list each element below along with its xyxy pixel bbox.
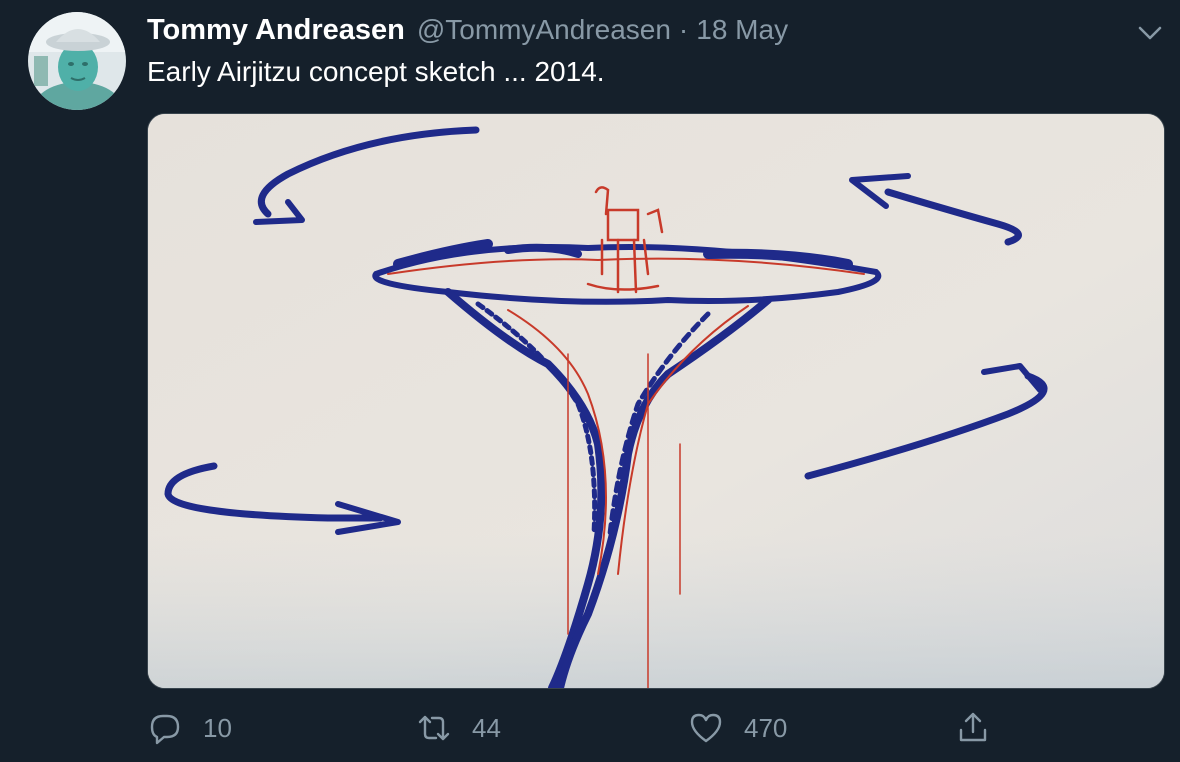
reply-icon: [150, 714, 180, 745]
like-count: 470: [744, 712, 788, 743]
retweet-count: 44: [472, 712, 501, 743]
reply-count: 10: [203, 712, 232, 743]
tweet-actions: 10 44 470: [0, 700, 1180, 756]
reply-button[interactable]: 10: [147, 700, 232, 756]
tweet-text: Early Airjitzu concept sketch ... 2014.: [147, 56, 605, 87]
tweet-photo[interactable]: [147, 113, 1165, 689]
chevron-down-icon[interactable]: [1134, 20, 1166, 46]
tweet[interactable]: Tommy Andreasen @TommyAndreasen · 18 May…: [0, 0, 1180, 762]
heart-icon: [690, 713, 722, 743]
tweet-date[interactable]: 18 May: [696, 14, 788, 46]
retweet-icon: [418, 715, 450, 741]
share-icon: [959, 712, 987, 742]
author-name[interactable]: Tommy Andreasen: [147, 14, 405, 47]
author-handle[interactable]: @TommyAndreasen: [417, 14, 671, 46]
tweet-header: Tommy Andreasen @TommyAndreasen · 18 May: [147, 14, 788, 50]
avatar[interactable]: [28, 12, 126, 110]
avatar-image: [28, 12, 126, 110]
separator-dot: ·: [678, 14, 689, 45]
retweet-button[interactable]: 44: [416, 700, 501, 756]
like-button[interactable]: 470: [688, 700, 787, 756]
share-button[interactable]: [955, 700, 991, 756]
concept-sketch-image: [148, 114, 1164, 688]
